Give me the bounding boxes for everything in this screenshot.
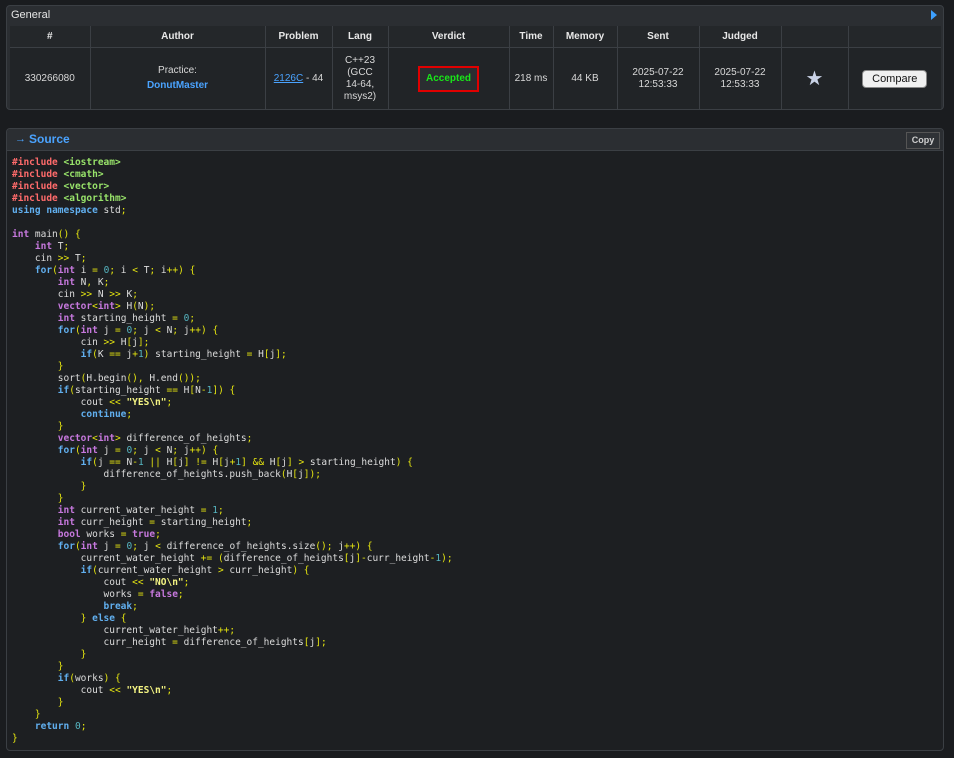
code-line: } <box>57 493 64 504</box>
code-line: sort(H.begin(), H.end()); <box>12 373 201 384</box>
submission-id: 330266080 <box>10 47 91 109</box>
code-line: for(int i = 0; i < T; i++) { <box>34 265 196 276</box>
code-line: using namespace std; <box>12 205 127 216</box>
source-code: #include <iostream> #include <cmath> #incl… <box>7 151 943 745</box>
code-line: #include <vector> <box>12 181 110 192</box>
judged-date: 2025-07-22 <box>714 66 766 78</box>
problem-suffix: - 44 <box>303 72 324 84</box>
submission-table: # Author Problem Lang Verdict Time Memor… <box>10 26 941 109</box>
column-header-judged: Judged <box>699 26 782 48</box>
sent-time: 12:53:33 <box>638 78 678 90</box>
code-line: #include <cmath> <box>12 169 104 180</box>
code-line: for(int j = 0; j < N; j++) { <box>57 445 219 456</box>
favorite-cell: ★ <box>781 47 849 109</box>
sent-date: 2025-07-22 <box>632 66 684 78</box>
code-line: cout << "NO\n"; <box>12 577 190 588</box>
source-title: Source <box>29 132 70 146</box>
code-line: cin >> H[j]; <box>12 337 150 348</box>
code-line: #include <algorithm> <box>12 193 127 204</box>
sent-cell: 2025-07-22 12:53:33 <box>617 47 700 109</box>
code-line: } <box>57 661 64 672</box>
verdict-cell: Accepted <box>388 47 510 109</box>
lang-line: msys2) <box>343 90 377 102</box>
verdict-badge: Accepted <box>417 65 479 92</box>
lang-line: C++23 <box>344 54 376 66</box>
table-header-row: # Author Problem Lang Verdict Time Memor… <box>10 26 941 48</box>
author-link[interactable]: DonutMaster <box>93 80 263 92</box>
code-line: } <box>12 733 18 744</box>
code-line: bool works = true; <box>57 529 161 540</box>
code-line: } <box>80 649 87 660</box>
code-line: if(current_water_height > curr_height) { <box>80 565 310 576</box>
code-line: continue; <box>80 409 133 420</box>
code-line: current_water_height += (difference_of_h… <box>12 553 453 564</box>
code-line: } <box>57 697 64 708</box>
time-cell: 218 ms <box>509 47 554 109</box>
code-line: } <box>57 421 64 432</box>
code-line: cout << "YES\n"; <box>12 397 173 408</box>
code-line: works = false; <box>12 589 184 600</box>
column-header-verdict: Verdict <box>388 26 510 48</box>
column-header-favorite <box>781 26 849 48</box>
judged-time: 12:53:33 <box>720 78 760 90</box>
code-line: int starting_height = 0; <box>57 313 196 324</box>
code-line: int main() { <box>12 229 81 240</box>
compare-cell: Compare <box>848 47 941 109</box>
code-line: #include <iostream> <box>12 157 121 168</box>
source-header: → Source Copy <box>7 129 943 151</box>
column-header-memory: Memory <box>553 26 618 48</box>
column-header-lang: Lang <box>332 26 389 48</box>
code-line: } <box>57 361 64 372</box>
copy-button[interactable]: Copy <box>906 132 940 149</box>
column-header-problem: Problem <box>265 26 333 48</box>
lang-line: 14-64, <box>345 78 375 90</box>
code-line: } <box>34 709 41 720</box>
code-line: vector<int> difference_of_heights; <box>57 433 253 444</box>
code-line: for(int j = 0; j < N; j++) { <box>57 325 219 336</box>
code-line: } else { <box>80 613 127 624</box>
source-panel: → Source Copy #include <iostream> #includ… <box>6 128 944 751</box>
code-line: if(starting_height == H[N-1]) { <box>57 385 236 396</box>
column-header-compare <box>848 26 941 48</box>
code-line: int T; <box>34 241 70 252</box>
code-line: cin >> N >> K; <box>12 289 138 300</box>
code-line: cin >> T; <box>12 253 87 264</box>
code-line: } <box>80 481 87 492</box>
collapse-toggle-icon[interactable] <box>931 10 937 20</box>
compare-button[interactable]: Compare <box>862 69 928 88</box>
column-header-time: Time <box>509 26 554 48</box>
general-title: General <box>11 9 51 21</box>
code-line: for(int j = 0; j < difference_of_heights… <box>57 541 373 552</box>
star-icon[interactable]: ★ <box>806 68 824 90</box>
problem-cell: 2126C - 44 <box>265 47 333 109</box>
code-line: return 0; <box>34 721 87 732</box>
code-line: cout << "YES\n"; <box>12 685 173 696</box>
code-line: curr_height = difference_of_heights[j]; <box>12 637 327 648</box>
author-cell: Practice: DonutMaster <box>90 47 266 109</box>
arrow-right-icon: → <box>15 133 26 145</box>
column-header-sent: Sent <box>617 26 700 48</box>
code-line: int curr_height = starting_height; <box>57 517 253 528</box>
column-header-author: Author <box>90 26 266 48</box>
code-line: if(works) { <box>57 673 121 684</box>
code-line: current_water_height++; <box>12 625 236 636</box>
memory-cell: 44 KB <box>553 47 618 109</box>
code-line: int N, K; <box>57 277 110 288</box>
code-line: break; <box>103 601 138 612</box>
general-panel: General # Author Problem Lang Verdict Ti… <box>6 5 944 110</box>
judged-cell: 2025-07-22 12:53:33 <box>699 47 782 109</box>
author-prefix: Practice: <box>158 65 197 76</box>
code-line: int current_water_height = 1; <box>57 505 224 516</box>
table-row: 330266080 Practice: DonutMaster 2126C - … <box>10 47 941 109</box>
problem-link[interactable]: 2126C <box>274 73 303 84</box>
lang-cell: C++23 (GCC 14-64, msys2) <box>332 47 389 109</box>
code-line: if(K == j+1) starting_height = H[j]; <box>80 349 287 360</box>
column-header-id: # <box>10 26 91 48</box>
lang-line: (GCC <box>347 66 373 78</box>
code-line: if(j == N-1 || H[j] != H[j+1] && H[j] > … <box>80 457 413 468</box>
code-line: vector<int> H(N); <box>57 301 156 312</box>
code-line: difference_of_heights.push_back(H[j]); <box>12 469 321 480</box>
